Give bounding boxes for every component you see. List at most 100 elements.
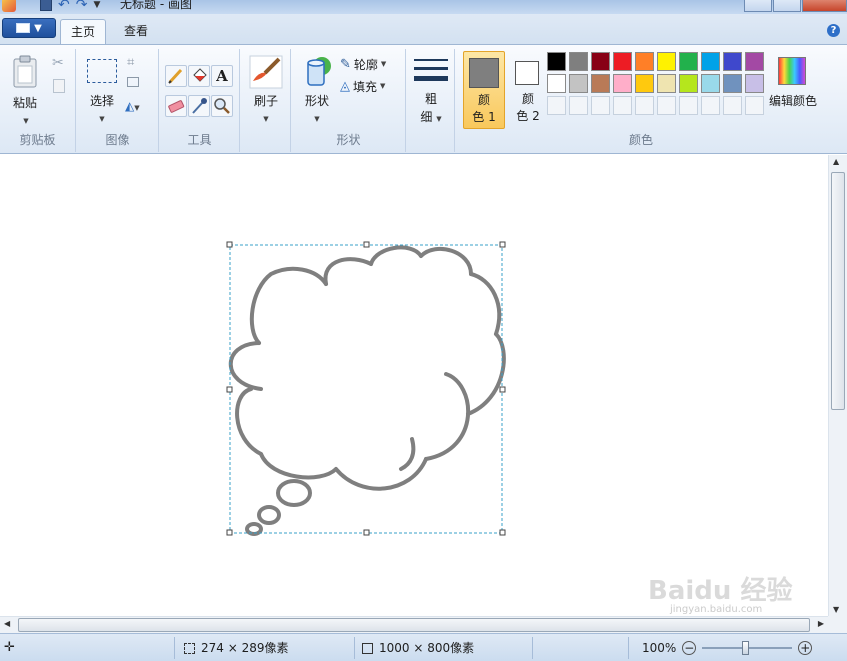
- brushes-button[interactable]: 刷子 ▼: [245, 53, 287, 125]
- copy-icon[interactable]: [53, 79, 65, 93]
- chevron-down-icon: ▼: [34, 22, 42, 34]
- zoom-out-icon[interactable]: −: [682, 641, 697, 655]
- paste-dropdown-icon: ▼: [23, 117, 29, 125]
- watermark: Baidu 经验: [648, 576, 793, 606]
- palette-swatch[interactable]: [547, 74, 566, 93]
- text-tool-icon[interactable]: A: [211, 65, 233, 87]
- palette-swatch[interactable]: [679, 74, 698, 93]
- palette-swatch[interactable]: [613, 74, 632, 93]
- color1-button[interactable]: 颜 色 1: [463, 51, 505, 129]
- outline-button[interactable]: ✎ 轮廓 ▼: [340, 55, 400, 73]
- palette-swatch[interactable]: [745, 74, 764, 93]
- tab-view[interactable]: 查看: [114, 19, 158, 44]
- palette-swatch[interactable]: [569, 74, 588, 93]
- redo-icon[interactable]: ↷: [76, 0, 88, 13]
- palette-swatch[interactable]: [613, 52, 632, 71]
- close-button[interactable]: [802, 0, 847, 12]
- fill-bucket-icon[interactable]: [188, 65, 210, 87]
- palette-swatch[interactable]: [569, 96, 588, 115]
- pencil-icon[interactable]: [165, 65, 187, 87]
- palette-swatch[interactable]: [679, 96, 698, 115]
- horizontal-scrollbar[interactable]: ◀ ▶: [0, 616, 828, 633]
- fill-button[interactable]: ◬ 填充 ▼: [340, 77, 400, 95]
- rotate-icon[interactable]: ◭▼: [125, 99, 140, 113]
- scroll-right-icon[interactable]: ▶: [818, 619, 824, 628]
- color2-label-line1: 颜: [521, 92, 534, 106]
- image-group-label: 图像: [105, 133, 130, 147]
- palette-swatch[interactable]: [701, 96, 720, 115]
- maximize-button[interactable]: [773, 0, 801, 12]
- crop-icon[interactable]: ⌗: [127, 55, 134, 70]
- palette-swatch[interactable]: [613, 96, 632, 115]
- palette-swatch[interactable]: [701, 52, 720, 71]
- palette-swatch[interactable]: [679, 52, 698, 71]
- palette-swatch[interactable]: [547, 96, 566, 115]
- zoom-slider-thumb[interactable]: [742, 641, 750, 655]
- selection-size-text: 274 × 289像素: [201, 641, 289, 655]
- palette-swatch[interactable]: [635, 96, 654, 115]
- shapes-label: 形状: [304, 94, 329, 108]
- vertical-scrollbar[interactable]: ▲ ▼: [828, 155, 847, 616]
- cut-icon[interactable]: ✂: [52, 55, 64, 71]
- palette-swatch[interactable]: [657, 52, 676, 71]
- image-group: 选择 ▼ ⌗ ◭▼ 图像: [77, 49, 159, 152]
- shapes-button[interactable]: 形状 ▼: [298, 53, 336, 125]
- palette-swatch[interactable]: [547, 52, 566, 71]
- brushes-dropdown-icon: ▼: [263, 115, 269, 123]
- palette-swatch[interactable]: [635, 74, 654, 93]
- color2-swatch: [515, 61, 539, 85]
- zoom-in-icon[interactable]: +: [798, 641, 813, 655]
- scroll-down-icon[interactable]: ▼: [833, 605, 839, 614]
- minimize-button[interactable]: [744, 0, 772, 12]
- canvas-size-icon: [362, 642, 373, 654]
- status-separator: [354, 637, 355, 659]
- palette-swatch[interactable]: [591, 52, 610, 71]
- fill-icon: ◬: [340, 78, 350, 94]
- scroll-up-icon[interactable]: ▲: [833, 157, 839, 166]
- paint-menu-button[interactable]: ▼: [2, 18, 56, 38]
- fill-label: 填充: [353, 79, 378, 94]
- magnifier-icon[interactable]: [211, 95, 233, 117]
- color2-button[interactable]: 颜 色 2: [508, 51, 550, 129]
- undo-icon[interactable]: ↶: [58, 0, 70, 13]
- paste-button[interactable]: 粘贴 ▼: [8, 53, 44, 125]
- palette-swatch[interactable]: [745, 96, 764, 115]
- palette-swatch[interactable]: [723, 96, 742, 115]
- edit-colors-button[interactable]: 编辑颜色: [768, 53, 828, 123]
- save-icon[interactable]: [40, 0, 52, 11]
- palette-swatch[interactable]: [591, 96, 610, 115]
- status-bar: ✛ 274 × 289像素 1000 × 800像素 100% − +: [0, 633, 847, 661]
- zoom-slider[interactable]: [702, 641, 793, 655]
- vertical-scroll-thumb[interactable]: [831, 172, 845, 410]
- horizontal-scroll-thumb[interactable]: [18, 618, 810, 632]
- color-picker-icon[interactable]: [188, 95, 210, 117]
- watermark-subtext: jingyan.baidu.com: [670, 604, 763, 615]
- edit-colors-label: 编辑颜色: [768, 94, 817, 108]
- scroll-left-icon[interactable]: ◀: [4, 619, 10, 628]
- palette-swatch[interactable]: [657, 96, 676, 115]
- palette-swatch[interactable]: [591, 74, 610, 93]
- shapes-group-label: 形状: [336, 133, 361, 147]
- palette-swatch[interactable]: [723, 74, 742, 93]
- palette-swatch[interactable]: [723, 52, 742, 71]
- help-icon[interactable]: ?: [827, 24, 840, 37]
- palette-swatch[interactable]: [657, 74, 676, 93]
- drawing-canvas[interactable]: [6, 159, 828, 616]
- ribbon: 粘贴 ▼ ✂ 剪贴板 选择 ▼ ⌗ ◭▼ 图像 A 工具 刷子 ▼ 形状 ▼ ✎…: [0, 44, 847, 154]
- eraser-icon[interactable]: [165, 95, 187, 117]
- size-button[interactable]: 粗 细 ▼: [411, 53, 451, 127]
- color1-label-line2: 色 1: [472, 110, 496, 124]
- tools-group: A 工具: [160, 49, 240, 152]
- palette-swatch[interactable]: [701, 74, 720, 93]
- clipboard-group: 粘贴 ▼ ✂ 剪贴板: [0, 49, 76, 152]
- palette-swatch[interactable]: [569, 52, 588, 71]
- select-button[interactable]: 选择 ▼: [83, 55, 119, 123]
- tab-home[interactable]: 主页: [60, 19, 107, 44]
- palette-swatch[interactable]: [745, 52, 764, 71]
- size-group: 粗 细 ▼: [407, 49, 455, 152]
- resize-icon[interactable]: [127, 77, 139, 87]
- outline-dropdown-icon: ▼: [380, 60, 387, 68]
- palette-swatch[interactable]: [635, 52, 654, 71]
- customize-qat-icon[interactable]: ▼: [93, 0, 100, 10]
- thought-bubble-shape[interactable]: [6, 159, 828, 616]
